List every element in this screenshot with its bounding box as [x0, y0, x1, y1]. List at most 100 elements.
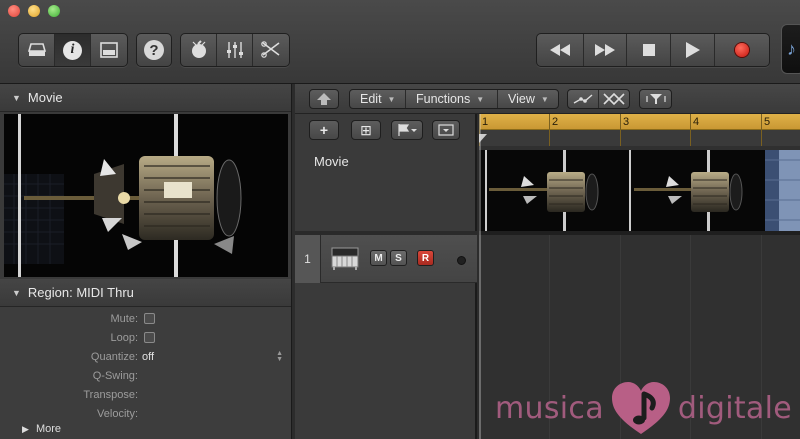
solo-button[interactable]: S: [390, 250, 407, 266]
quantize-value[interactable]: off: [142, 351, 154, 363]
up-arrow-icon: [317, 93, 331, 105]
track-header-1[interactable]: 1 M S R: [295, 235, 477, 283]
more-disclosure[interactable]: ▶ More: [22, 423, 61, 435]
flex-button[interactable]: [599, 90, 629, 108]
help-icon: ?: [144, 40, 164, 60]
functions-menu-label: Functions: [416, 92, 471, 106]
tracks-menu-bar: Edit ▼ Functions ▼ View ▼: [349, 89, 559, 109]
fast-forward-icon: [594, 44, 615, 56]
view-menu[interactable]: View ▼: [498, 90, 558, 108]
filter-button[interactable]: [639, 89, 672, 109]
chevron-down-icon: ▼: [540, 94, 549, 104]
chevron-down-icon: ▼: [387, 94, 396, 104]
region-section-header[interactable]: ▼ Region: MIDI Thru: [0, 279, 291, 307]
record-button[interactable]: [715, 34, 769, 66]
bar-tick: [761, 114, 762, 146]
track-number: 1: [295, 235, 321, 283]
view-menu-label: View: [508, 92, 535, 106]
transport-controls: [536, 33, 770, 67]
rewind-button[interactable]: [537, 34, 584, 66]
stepper-arrows-icon[interactable]: ▲ ▼: [276, 350, 283, 363]
playhead-line[interactable]: [479, 114, 481, 439]
automation-icon: [573, 94, 593, 104]
bar-tick: [620, 114, 621, 146]
library-button[interactable]: [19, 34, 56, 66]
automation-button[interactable]: [568, 90, 599, 108]
loop-label: Loop:: [110, 332, 138, 344]
movie-section-header[interactable]: ▼ Movie: [0, 84, 291, 112]
scissors-icon: [261, 41, 280, 58]
filter-icon: [645, 94, 666, 104]
transpose-row: Transpose:: [0, 386, 291, 405]
flag-icon: [398, 124, 417, 136]
plus-icon: +: [319, 122, 329, 138]
record-icon: [735, 43, 750, 57]
heart-note-icon: [611, 382, 670, 434]
transpose-label: Transpose:: [83, 389, 138, 401]
movie-frames: [479, 150, 800, 232]
loop-row: Loop:: [0, 329, 291, 348]
library-icon: [27, 43, 46, 56]
zoom-window-button[interactable]: [48, 5, 60, 17]
mute-checkbox[interactable]: [144, 313, 155, 324]
tools-button-group: [180, 33, 290, 67]
movie-track-label: Movie: [314, 154, 349, 169]
movie-preview: [4, 114, 288, 277]
q-swing-row: Q-Swing:: [0, 367, 291, 386]
track-header-column: + ⊞ Movie 1 M S R: [295, 114, 477, 439]
more-label: More: [35, 423, 62, 435]
mixer-button[interactable]: [217, 34, 253, 66]
stop-button[interactable]: [627, 34, 671, 66]
disclosure-right-icon: ▶: [22, 424, 29, 434]
play-icon: [685, 42, 700, 58]
inspector-panel: ▼ Movie ▼ Region: MIDI Thru Mute: Loop: …: [0, 84, 292, 439]
bar-number: 4: [693, 116, 700, 128]
region-inspector: ▼ Region: MIDI Thru Mute: Loop: Quantize…: [0, 279, 291, 439]
editors-button[interactable]: [253, 34, 289, 66]
velocity-label: Velocity:: [97, 408, 138, 420]
catch-button[interactable]: [309, 89, 339, 109]
bar-number: 5: [764, 116, 771, 128]
functions-menu[interactable]: Functions ▼: [406, 90, 498, 108]
quick-help-button[interactable]: ?: [137, 34, 171, 66]
edit-menu-label: Edit: [360, 92, 382, 106]
bar-number: 2: [552, 116, 559, 128]
add-track-button[interactable]: +: [309, 120, 339, 140]
play-button[interactable]: [671, 34, 716, 66]
satellite-image: [4, 114, 288, 277]
main-toolbar: i ? ♪: [0, 0, 800, 84]
view-button-group: i: [18, 33, 128, 67]
close-window-button[interactable]: [8, 5, 20, 17]
chevron-down-icon: ▼: [476, 94, 485, 104]
marker-button[interactable]: [391, 120, 423, 140]
bar-ruler[interactable]: 1 2 3 4 5: [479, 114, 800, 146]
loop-checkbox[interactable]: [144, 332, 155, 343]
rewind-icon: [549, 44, 570, 56]
metronome-icon: [191, 40, 206, 58]
q-swing-label: Q-Swing:: [92, 370, 138, 382]
lcd-display[interactable]: ♪: [781, 24, 800, 74]
cycle-area[interactable]: [479, 114, 800, 130]
disclosure-triangle-icon: ▼: [12, 92, 21, 103]
music-note-icon: ♪: [787, 38, 796, 59]
bar-number: 1: [482, 116, 489, 128]
new-folder-button[interactable]: ⊞: [351, 120, 381, 140]
movie-thumbnail-track[interactable]: [479, 150, 800, 232]
folder-add-icon: ⊞: [360, 121, 372, 138]
metronome-button[interactable]: [181, 34, 218, 66]
track-divider: [479, 231, 800, 235]
edit-menu[interactable]: Edit ▼: [350, 90, 406, 108]
editor-button[interactable]: [91, 34, 127, 66]
mute-button[interactable]: M: [370, 250, 387, 266]
track-activity-indicator: [457, 256, 466, 265]
fast-forward-button[interactable]: [584, 34, 628, 66]
quantize-label: Quantize:: [90, 351, 138, 363]
record-enable-button[interactable]: R: [417, 250, 434, 266]
watermark-text-left: musica: [495, 390, 604, 426]
track-options-button[interactable]: [432, 120, 460, 140]
inspector-button[interactable]: i: [55, 34, 91, 66]
movie-section-title: Movie: [27, 90, 63, 105]
bar-tick: [549, 114, 550, 146]
quantize-row[interactable]: Quantize: off ▲ ▼: [0, 348, 291, 367]
minimize-window-button[interactable]: [28, 5, 40, 17]
